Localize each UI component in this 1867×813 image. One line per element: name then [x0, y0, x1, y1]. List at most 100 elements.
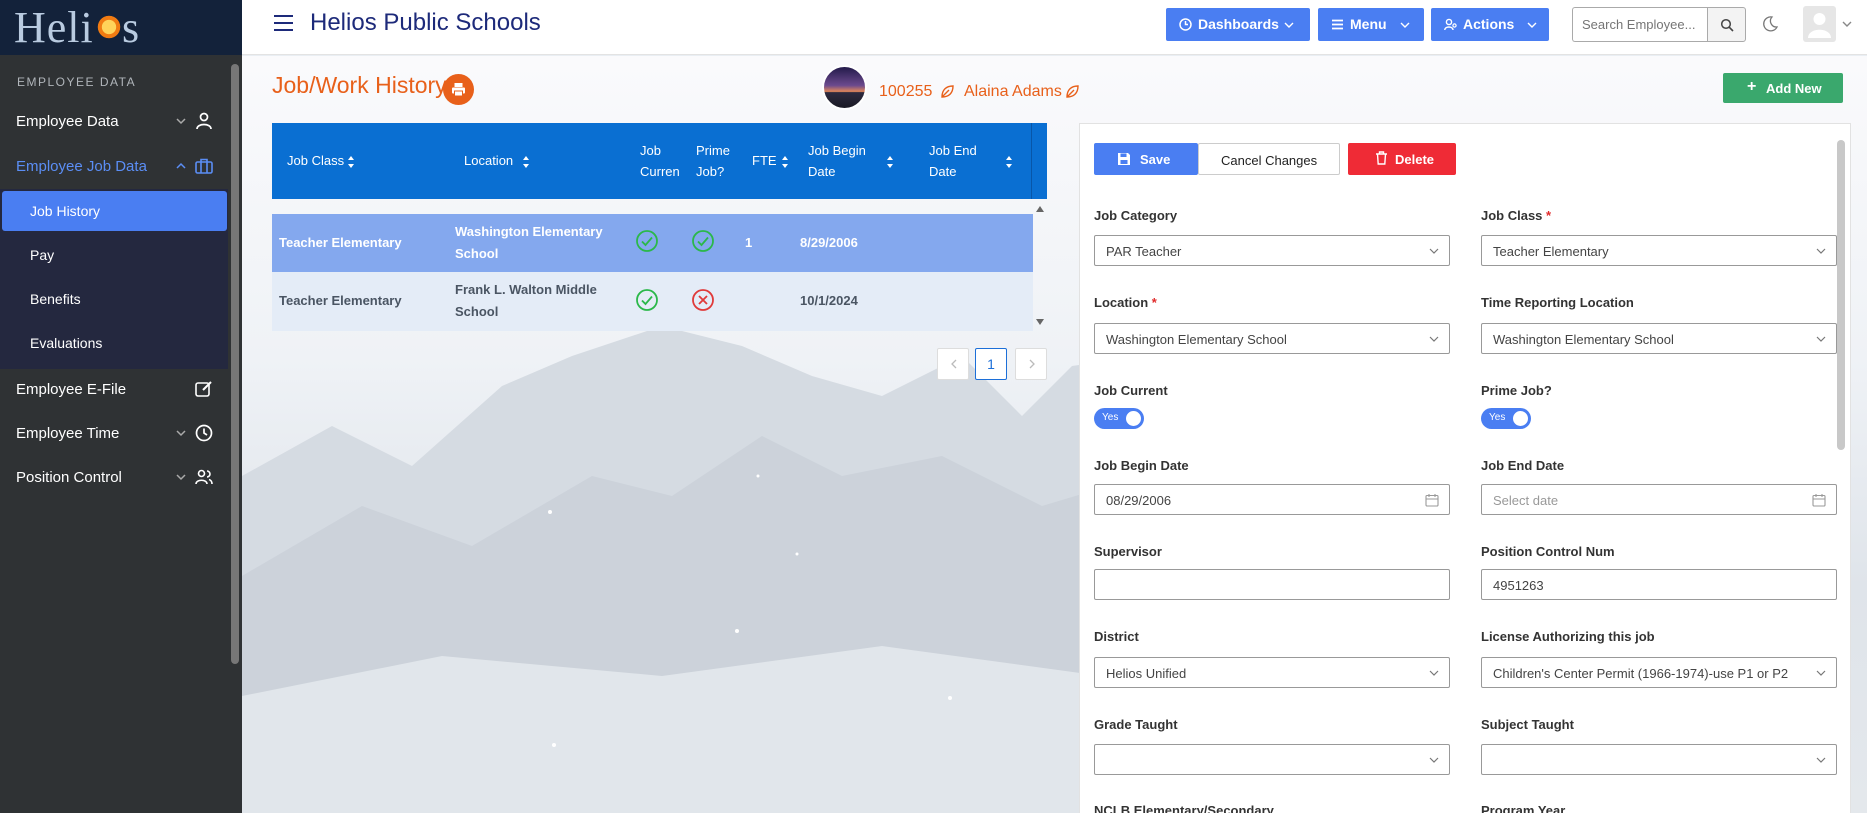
sort-icon[interactable] — [1005, 155, 1013, 169]
grade-taught-label: Grade Taught — [1094, 717, 1178, 732]
district-value: Helios Unified — [1106, 666, 1187, 681]
chevron-down-icon[interactable] — [1842, 19, 1852, 29]
job-current-toggle[interactable]: Yes — [1094, 408, 1144, 429]
user-cog-icon — [1444, 18, 1457, 31]
job-end-date-picker[interactable]: Select date — [1481, 484, 1837, 515]
table-row[interactable]: Teacher Elementary Frank L. Walton Middl… — [272, 272, 1033, 331]
user-icon — [196, 112, 212, 130]
chevron-down-icon — [1816, 757, 1826, 763]
sidebar-item-employee-efile[interactable]: Employee E-File — [0, 368, 242, 412]
district-label: District — [1094, 629, 1139, 644]
sidebar-subitem-evaluations[interactable]: Evaluations — [0, 323, 228, 363]
delete-label: Delete — [1395, 152, 1435, 167]
prime-job-toggle[interactable]: Yes — [1481, 408, 1531, 429]
column-header-job-end-date[interactable]: Job End Date — [929, 140, 989, 182]
column-header-fte[interactable]: FTE — [752, 150, 777, 171]
subject-taught-label: Subject Taught — [1481, 717, 1574, 732]
sidebar-item-employee-time[interactable]: Employee Time — [0, 412, 242, 456]
sidebar-subitem-job-history[interactable]: Job History — [2, 191, 227, 231]
table-scrollbar[interactable] — [1033, 206, 1047, 331]
save-label: Save — [1140, 152, 1171, 167]
sidebar-item-position-control[interactable]: Position Control — [0, 456, 242, 500]
calendar-icon — [1812, 494, 1826, 507]
position-control-num-input[interactable]: 4951263 — [1481, 569, 1837, 600]
chevron-right-icon — [1029, 359, 1035, 369]
grade-taught-select[interactable] — [1094, 744, 1450, 775]
subject-taught-select[interactable] — [1481, 744, 1837, 775]
job-category-label: Job Category — [1094, 208, 1178, 223]
user-avatar[interactable] — [1803, 6, 1836, 42]
print-button[interactable] — [443, 74, 474, 105]
sidebar-scrollbar[interactable] — [231, 64, 239, 664]
employee-search — [1572, 7, 1710, 42]
sidebar-subitem-pay[interactable]: Pay — [0, 235, 228, 275]
job-class-select[interactable]: Teacher Elementary — [1481, 235, 1837, 266]
pagination-page-button[interactable]: 1 — [975, 348, 1007, 380]
column-header-job-current[interactable]: Job Curren — [640, 140, 682, 182]
plus-icon: + — [1747, 78, 1757, 95]
actions-button[interactable]: Actions — [1431, 8, 1549, 41]
dark-mode-moon-icon[interactable] — [1761, 15, 1779, 33]
job-begin-date-value: 08/29/2006 — [1106, 493, 1172, 508]
menu-label: Menu — [1350, 16, 1387, 32]
employee-search-input[interactable] — [1582, 9, 1710, 40]
dashboards-button[interactable]: Dashboards — [1166, 8, 1310, 41]
sidebar-item-label: Employee Job Data — [16, 158, 147, 175]
sort-icon[interactable] — [781, 155, 789, 169]
leaf-icon[interactable] — [1065, 84, 1080, 99]
column-header-prime-job[interactable]: Prime Job? — [696, 140, 736, 182]
check-circle-icon — [692, 230, 714, 252]
column-header-location[interactable]: Location — [464, 150, 513, 171]
sidebar-subitem-label: Evaluations — [30, 335, 103, 351]
sidebar-item-employee-job-data[interactable]: Employee Job Data — [0, 145, 242, 189]
time-reporting-location-select[interactable]: Washington Elementary School — [1481, 323, 1837, 354]
chevron-down-icon — [1429, 757, 1439, 763]
add-new-label: Add New — [1766, 81, 1822, 96]
district-select[interactable]: Helios Unified — [1094, 657, 1450, 688]
hamburger-menu-icon[interactable] — [272, 13, 296, 33]
sidebar-item-label: Employee Time — [16, 425, 120, 442]
table-row[interactable]: Teacher Elementary Washington Elementary… — [272, 214, 1033, 272]
form-scrollbar[interactable] — [1837, 140, 1845, 450]
pagination-prev-button[interactable] — [937, 348, 969, 380]
save-button[interactable]: Save — [1094, 143, 1198, 175]
sort-icon[interactable] — [347, 155, 355, 169]
search-button[interactable] — [1707, 7, 1746, 42]
cell-job-class: Teacher Elementary — [279, 293, 402, 308]
dashboard-icon — [1179, 18, 1192, 31]
pagination-next-button[interactable] — [1015, 348, 1047, 380]
search-icon — [1720, 18, 1734, 32]
sidebar-subitem-label: Benefits — [30, 291, 81, 307]
sort-icon[interactable] — [886, 155, 894, 169]
add-new-button[interactable]: + Add New — [1723, 73, 1843, 103]
license-value: Children's Center Permit (1966-1974)-use… — [1493, 666, 1789, 681]
cell-location: Frank L. Walton Middle School — [455, 282, 597, 319]
column-header-job-begin-date[interactable]: Job Begin Date — [808, 140, 878, 182]
job-begin-date-picker[interactable]: 08/29/2006 — [1094, 484, 1450, 515]
chevron-down-icon — [1429, 670, 1439, 676]
sidebar-submenu: Job History Pay Benefits Evaluations — [0, 189, 228, 369]
actions-label: Actions — [1463, 16, 1515, 32]
employee-photo — [822, 65, 867, 110]
toggle-knob — [1513, 411, 1528, 426]
sidebar-subitem-benefits[interactable]: Benefits — [0, 279, 228, 319]
chevron-down-icon — [1816, 336, 1826, 342]
cancel-changes-button[interactable]: Cancel Changes — [1198, 143, 1340, 175]
license-select[interactable]: Children's Center Permit (1966-1974)-use… — [1481, 657, 1837, 688]
column-header-job-class[interactable]: Job Class — [287, 150, 344, 171]
leaf-icon[interactable] — [940, 84, 955, 99]
program-year-label: Program Year — [1481, 803, 1566, 813]
chevron-down-icon — [1400, 22, 1410, 28]
nclb-label: NCLB Elementary/Secondary — [1094, 803, 1274, 813]
helios-logo[interactable]: Heli s — [0, 0, 242, 55]
cell-begin-date: 8/29/2006 — [800, 235, 858, 250]
sidebar-subitem-label: Pay — [30, 247, 55, 263]
supervisor-input[interactable] — [1094, 569, 1450, 600]
sidebar-item-employee-data[interactable]: Employee Data — [0, 100, 242, 144]
toggle-text: Yes — [1102, 412, 1119, 423]
menu-button[interactable]: Menu — [1318, 8, 1424, 41]
sort-icon[interactable] — [522, 155, 530, 169]
delete-button[interactable]: Delete — [1348, 143, 1456, 175]
location-select[interactable]: Washington Elementary School — [1094, 323, 1450, 354]
job-category-select[interactable]: PAR Teacher — [1094, 235, 1450, 266]
